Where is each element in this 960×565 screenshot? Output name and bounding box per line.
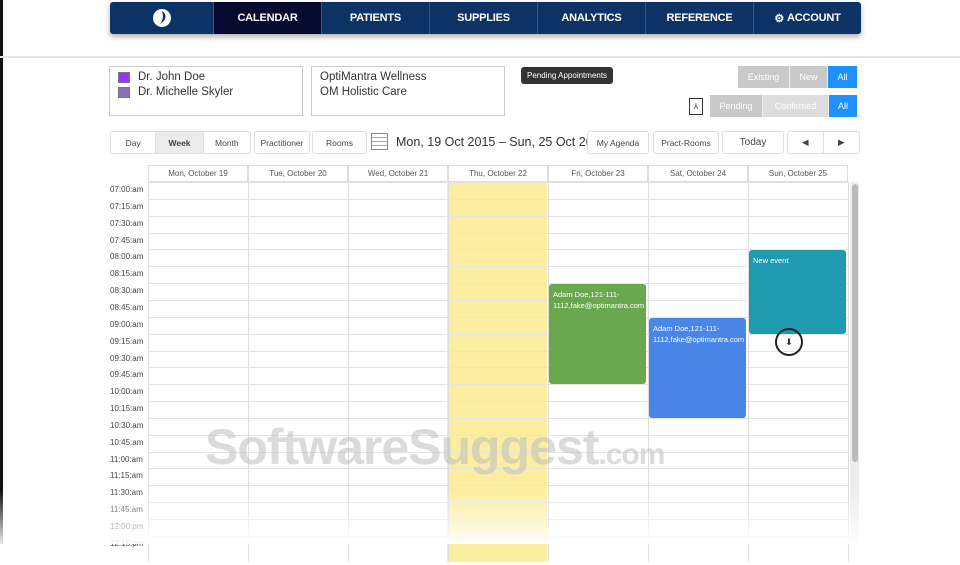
day-header[interactable]: Tue, October 20 [248,165,348,182]
event-text: New event [753,256,789,266]
slot-line [148,182,848,183]
view-month[interactable]: Month [204,132,250,153]
day-header[interactable]: Thu, October 22 [448,165,548,182]
status-filter: Pending Confirmed All [710,95,858,117]
nav-arrows: ◀ ▶ [787,131,860,154]
slot-line [148,485,848,487]
clinic-item[interactable]: OptiMantra Wellness [320,70,496,85]
nav-analytics[interactable]: ANALYTICS [538,2,646,34]
time-label: 08:15:am [110,269,144,279]
watermark: SoftwareSuggest.com [205,418,665,476]
day-header[interactable]: Sat, October 24 [648,165,748,182]
pract-rooms-button[interactable]: Pract-Rooms [653,131,719,154]
event-text: Adam Doe,121-111- [553,290,620,300]
day-header[interactable]: Sun, October 25 [748,165,848,182]
clinic-list: OptiMantra Wellness OM Holistic Care [311,66,505,116]
time-label: 07:00:am [110,185,144,194]
time-label: 09:00:am [110,319,144,329]
practitioner-button[interactable]: Practitioner [254,131,310,154]
time-label: 07:30:am [110,218,144,228]
scrollbar-thumb[interactable] [852,184,858,462]
bottom-fade [0,490,960,544]
slot-line [148,198,848,200]
slot-line [148,232,848,234]
calendar-icon[interactable] [371,133,388,150]
time-label: 07:15:am [110,201,144,211]
day-header[interactable]: Fri, October 23 [548,165,648,182]
time-label: 11:00:am [110,454,143,464]
filter-existing[interactable]: Existing [738,66,790,88]
practitioner-item[interactable]: Dr. John Doe [118,70,294,85]
time-label: 10:30:am [110,420,144,430]
view-week[interactable]: Week [156,132,204,153]
nav-account[interactable]: ⚙ ACCOUNT [754,2,861,34]
practitioner-name: Dr. Michelle Skyler [138,86,234,98]
filter-all[interactable]: All [828,66,858,88]
practitioner-list: Dr. John Doe Dr. Michelle Skyler [109,66,303,116]
filter-all-status[interactable]: All [829,95,858,117]
gear-icon: ⚙ [774,12,785,25]
event-text: 1112,fake@optimantra.com [553,301,645,311]
watermark-text: SoftwareSuggest [205,419,599,475]
date-range: Mon, 19 Oct 2015 – Sun, 25 Oct 2015 [396,135,607,149]
filter-new[interactable]: New [790,66,828,88]
color-swatch [118,87,130,98]
nav-calendar[interactable]: CALENDAR [214,2,322,34]
time-label: 08:45:am [110,302,144,312]
slot-line [148,249,848,251]
time-label: 10:45:am [110,437,144,447]
practitioner-item[interactable]: Dr. Michelle Skyler [118,85,294,100]
calendar-event[interactable]: New event [749,250,846,334]
filter-confirmed[interactable]: Confirmed [763,95,829,117]
nav-patients[interactable]: PATIENTS [322,2,430,34]
time-label: 11:15:am [110,471,143,481]
pdf-icon[interactable]: ⅄ [689,98,703,115]
slot-line [148,215,848,217]
event-text: Adam Doe,121-111- [653,323,720,333]
prev-week-button[interactable]: ◀ [788,132,824,153]
nav-account-label: ACCOUNT [787,12,841,24]
mouse-cursor-icon: ⬇ [775,328,803,356]
nav-supplies[interactable]: SUPPLIES [430,2,538,34]
rooms-button[interactable]: Rooms [312,131,367,154]
nav-reference[interactable]: REFERENCE [646,2,754,34]
practitioner-name: Dr. John Doe [138,71,206,83]
time-label: 09:45:am [110,370,144,380]
time-label: 09:15:am [110,336,144,346]
color-swatch [118,72,130,83]
today-button[interactable]: Today [722,131,784,154]
pending-appointments-button[interactable]: Pending Appointments [521,67,614,84]
event-text: 1112,fake@optimantra.com [653,334,745,344]
slot-line [148,283,848,285]
divider [0,56,960,58]
my-agenda-button[interactable]: My Agenda [587,131,649,154]
filter-pending[interactable]: Pending [710,95,763,117]
slot-line [148,299,848,301]
slot-line [148,266,848,268]
view-switch: Day Week Month [110,131,251,154]
view-day[interactable]: Day [111,132,157,153]
clinic-item[interactable]: OM Holistic Care [320,85,496,100]
time-label: 07:45:am [110,235,144,245]
time-label: 09:30:am [110,353,144,363]
calendar-event[interactable]: Adam Doe,121-111- 1112,fake@optimantra.co… [549,284,646,385]
main-nav: CALENDAR PATIENTS SUPPLIES ANALYTICS REF… [110,2,861,34]
logo-icon[interactable] [110,2,214,34]
watermark-suffix: .com [598,438,665,471]
window-edge [0,0,3,544]
day-header[interactable]: Mon, October 19 [148,165,248,182]
next-week-button[interactable]: ▶ [824,132,860,153]
time-label: 08:00:am [110,252,144,262]
time-label: 08:30:am [110,286,144,296]
time-label: 10:15:am [110,404,144,414]
day-header[interactable]: Wed, October 21 [348,165,448,182]
patient-filter: Existing New All [738,66,858,88]
calendar-event[interactable]: Adam Doe,121-111- 1112,fake@optimantra.co… [649,317,746,418]
time-label: 10:00:am [110,387,144,397]
